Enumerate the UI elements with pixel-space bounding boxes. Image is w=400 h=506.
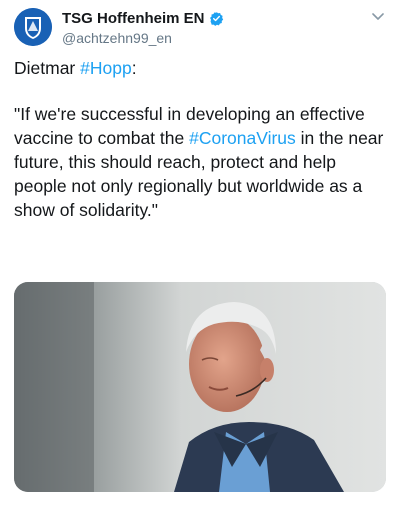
intro-text: Dietmar [14,58,81,78]
hashtag-coronavirus-link[interactable]: #CoronaVirus [189,128,296,148]
tweet-header: TSG Hoffenheim EN @achtzehn99_en [14,8,386,48]
user-handle[interactable]: @achtzehn99_en [62,30,172,46]
club-crest-icon[interactable] [14,8,52,46]
display-name[interactable]: TSG Hoffenheim EN [62,10,205,27]
tweet-photo[interactable] [14,282,386,492]
hashtag-hopp-link[interactable]: #Hopp [80,58,132,78]
tweet-quote: "If we're successful in developing an ef… [14,102,386,222]
chevron-down-icon[interactable] [370,8,386,24]
verified-badge-icon [209,11,223,26]
tweet-text: Dietmar #Hopp: "If we're successful in d… [14,56,386,222]
tweet-intro-line: Dietmar #Hopp: [14,56,386,80]
name-row: TSG Hoffenheim EN [62,10,224,27]
intro-colon: : [131,58,137,78]
